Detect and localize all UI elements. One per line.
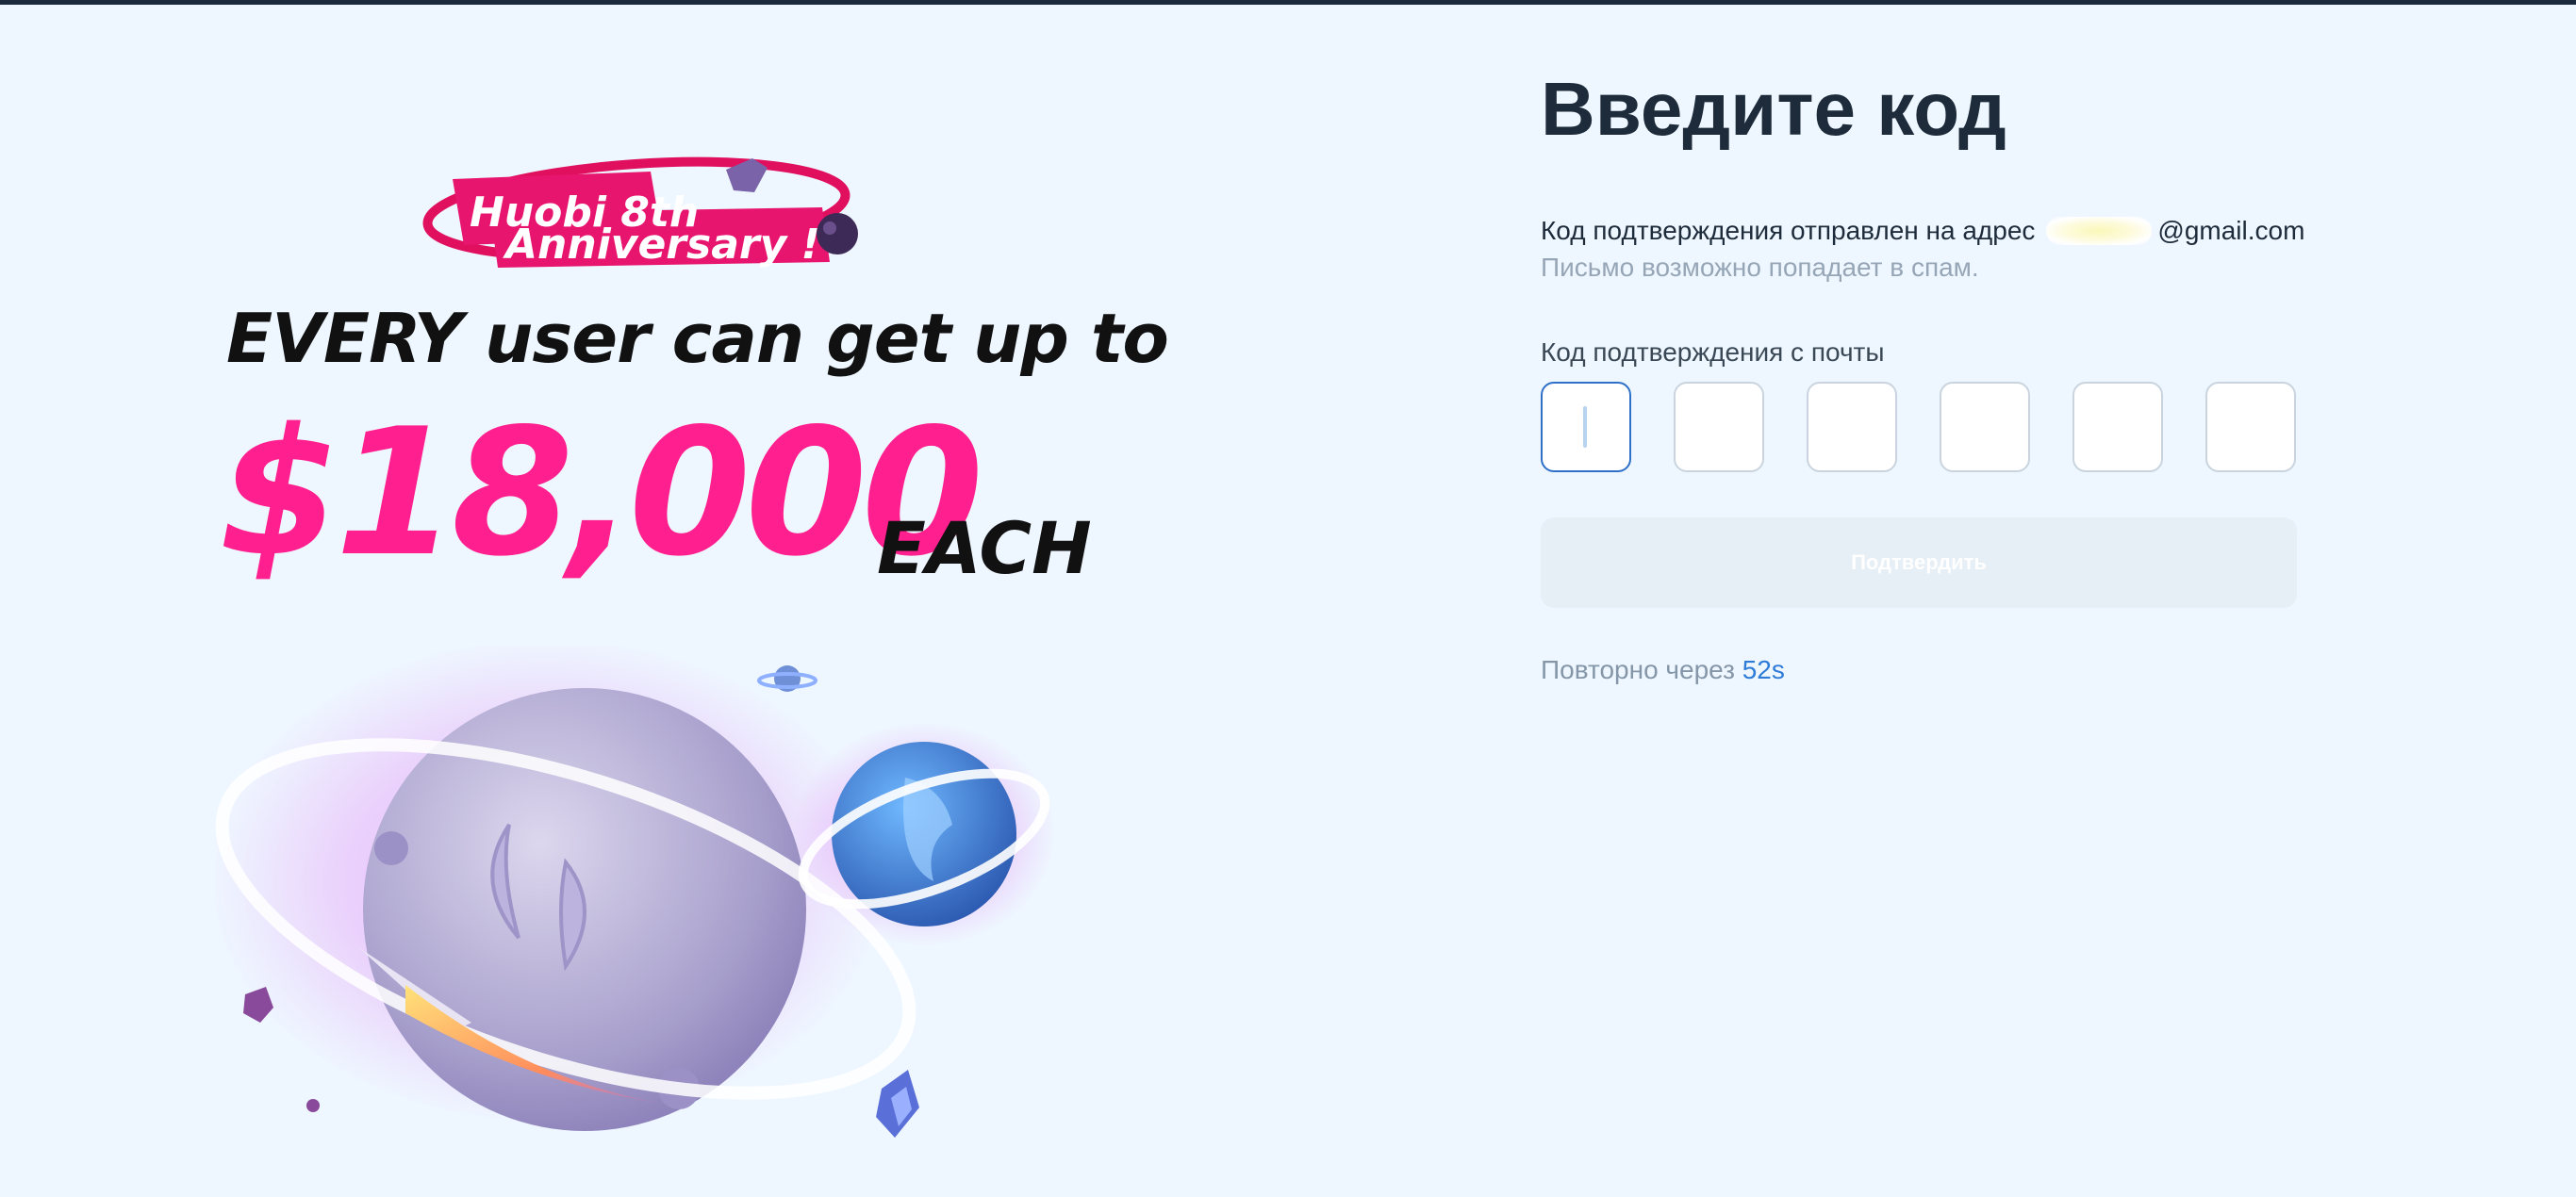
text-caret (1583, 406, 1587, 448)
code-sent-message: Код подтверждения отправлен на адрес @gm… (1541, 216, 2304, 246)
redacted-email-local-part (2046, 217, 2153, 245)
code-input-group (1541, 382, 2296, 472)
promo-headline: EVERY user can get up to (226, 299, 1169, 378)
spam-hint: Письмо возможно попадает в спам. (1541, 253, 1979, 282)
anniversary-badge: Huobi 8th Anniversary ! (415, 151, 858, 269)
promo-banner: Huobi 8th Anniversary ! EVERY user can g… (0, 5, 1226, 1197)
code-digit-4[interactable] (1940, 382, 2030, 472)
code-digit-5[interactable] (2072, 382, 2163, 472)
code-sent-prefix: Код подтверждения отправлен на адрес (1541, 216, 2036, 245)
code-digit-3[interactable] (1807, 382, 1897, 472)
resend-countdown: Повторно через 52s (1541, 655, 1785, 685)
resend-timer: 52s (1742, 655, 1785, 684)
verification-form: Введите код Код подтверждения отправлен … (1541, 0, 2389, 1197)
email-domain: @gmail.com (2157, 216, 2305, 245)
resend-prefix: Повторно через (1541, 655, 1735, 684)
code-digit-2[interactable] (1674, 382, 1764, 472)
promo-amount: $18,000 (219, 390, 983, 595)
page-title: Введите код (1541, 67, 2006, 151)
code-field-label: Код подтверждения с почты (1541, 337, 1885, 367)
confirm-button[interactable]: Подтвердить (1541, 517, 2297, 608)
code-digit-6[interactable] (2205, 382, 2296, 472)
badge-subtitle: Anniversary ! (503, 221, 820, 269)
planet-illustration (189, 636, 1094, 1197)
promo-amount-suffix: EACH (877, 506, 1092, 590)
